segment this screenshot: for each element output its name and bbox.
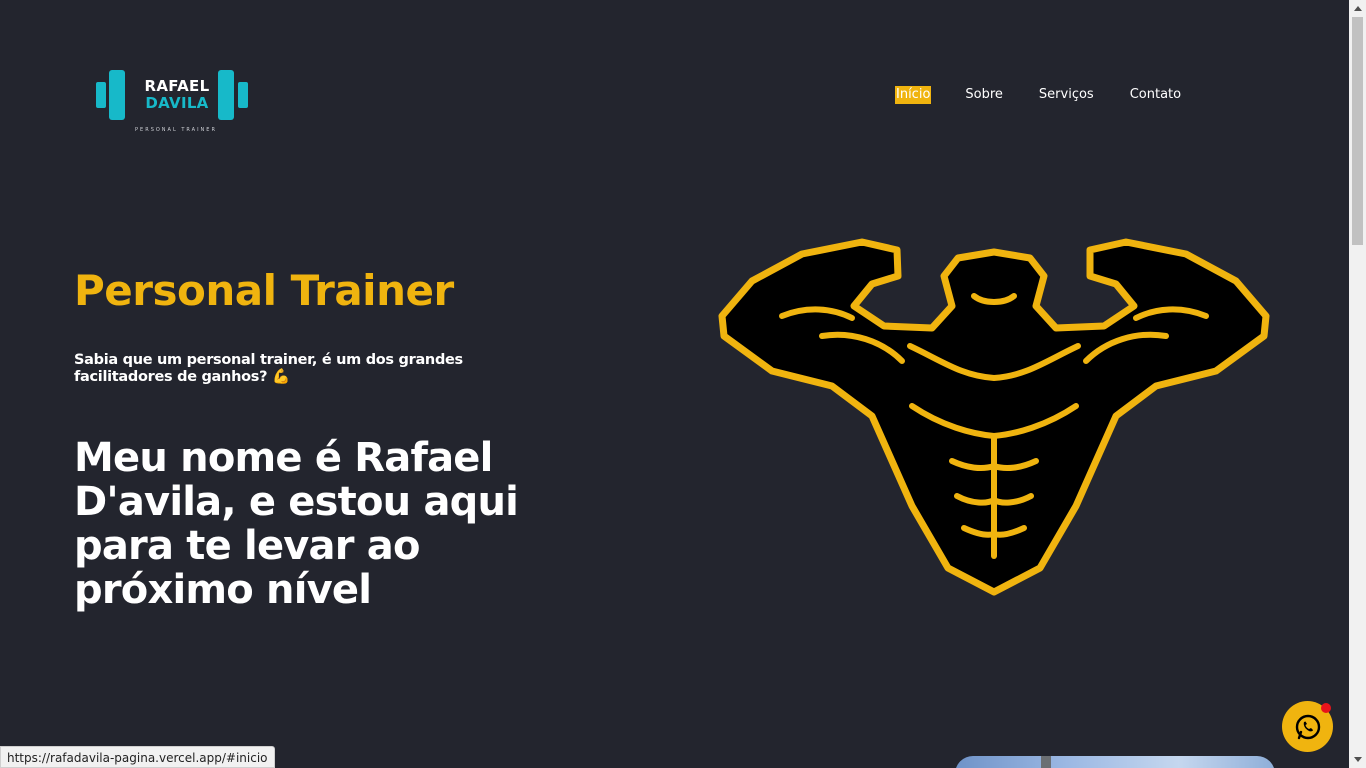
logo-line1: RAFAEL (144, 77, 210, 95)
hero-subtitle: Sabia que um personal trainer, é um dos … (74, 352, 463, 385)
logo-line2: DAVILA (145, 94, 209, 112)
nav-link-inicio[interactable]: Início (895, 86, 932, 104)
nav-link-servicos[interactable]: Serviços (1038, 86, 1095, 104)
dumbbell-left-icon (96, 70, 125, 120)
scroll-down-icon[interactable] (1349, 751, 1366, 768)
nav-link-contato[interactable]: Contato (1129, 86, 1182, 104)
scrollbar-thumb[interactable] (1352, 17, 1363, 245)
main-nav: Início Sobre Serviços Contato (895, 86, 1182, 104)
bodybuilder-mascot-icon (718, 238, 1270, 596)
photo-detail (1041, 756, 1051, 768)
nav-link-sobre[interactable]: Sobre (964, 86, 1004, 104)
page-scrollbar[interactable] (1349, 0, 1366, 768)
site-logo[interactable]: RAFAEL DAVILA PERSONAL TRAINER (96, 68, 256, 136)
whatsapp-button[interactable] (1282, 701, 1333, 752)
hero-headline: Meu nome é Rafael D'avila, e estou aqui … (74, 435, 519, 613)
dumbbell-right-icon (218, 70, 248, 120)
about-photo (955, 756, 1275, 768)
status-bar-url: https://rafadavila-pagina.vercel.app/#in… (0, 746, 275, 768)
logo-name: RAFAEL DAVILA (138, 78, 216, 112)
scroll-up-icon[interactable] (1349, 0, 1366, 17)
logo-subtitle: PERSONAL TRAINER (135, 127, 217, 133)
hero-title: Personal Trainer (74, 266, 454, 315)
notification-dot (1321, 703, 1331, 713)
whatsapp-icon (1295, 714, 1320, 739)
